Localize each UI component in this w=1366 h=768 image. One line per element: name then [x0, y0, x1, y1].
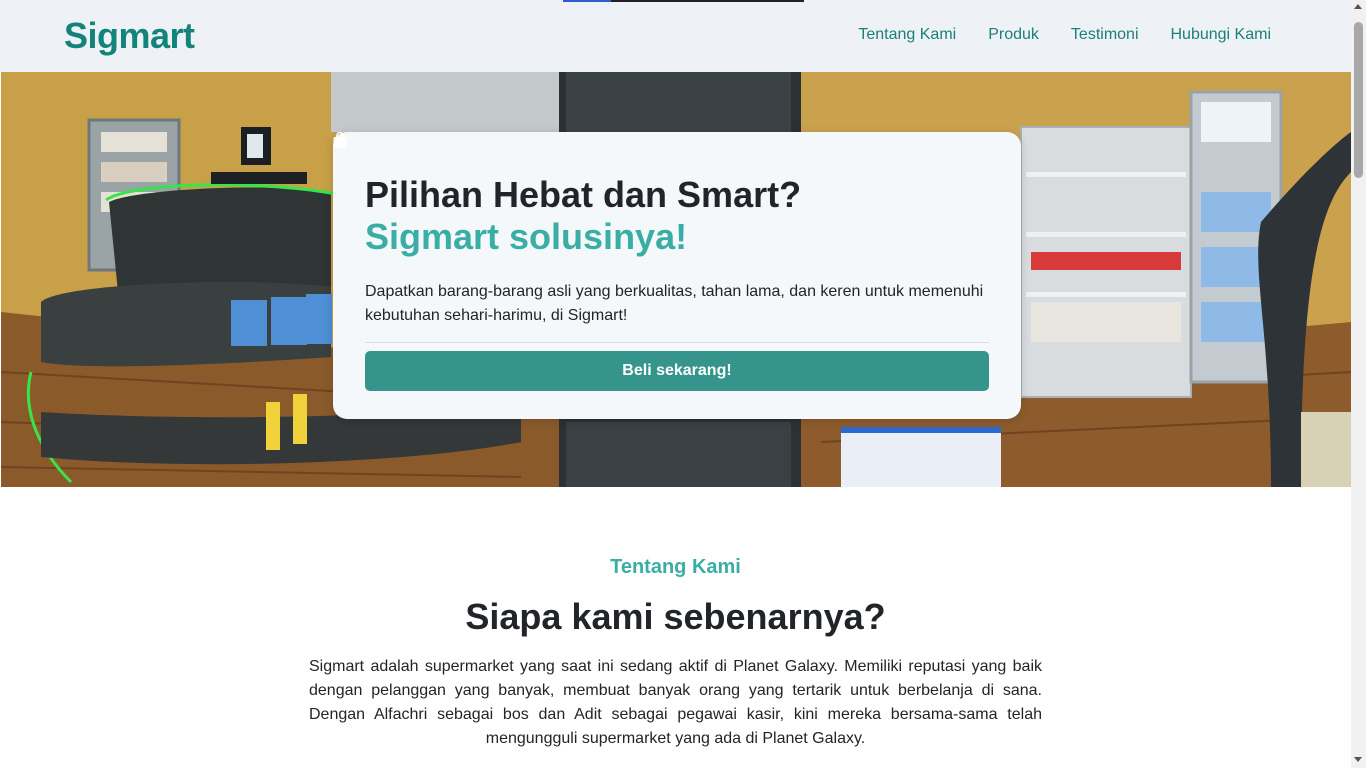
main-nav: Tentang Kami Produk Testimoni Hubungi Ka… [858, 26, 1271, 44]
about-kicker: Tentang Kami [610, 556, 741, 578]
hero-description: Dapatkan barang-barang asli yang berkual… [365, 283, 984, 325]
buy-now-button[interactable]: Beli sekarang! [333, 132, 989, 392]
scrollbar-thumb[interactable] [1354, 22, 1363, 178]
hero-card: Pilihan Hebat dan Smart? Sigmart solusin… [333, 132, 1021, 419]
scroll-down-arrow-icon[interactable] [1354, 757, 1362, 762]
brand-logo[interactable]: Sigmart [64, 15, 195, 57]
nav-link-hubungi-kami[interactable]: Hubungi Kami [1171, 26, 1272, 44]
nav-link-produk[interactable]: Produk [988, 26, 1039, 44]
hero-title: Pilihan Hebat dan Smart? [365, 174, 802, 215]
nav-link-testimoni[interactable]: Testimoni [1071, 26, 1139, 44]
page-load-progress [563, 0, 804, 2]
hero-divider [365, 342, 989, 344]
site-header: Sigmart Tentang Kami Produk Testimoni Hu… [0, 0, 1351, 72]
nav-link-tentang-kami[interactable]: Tentang Kami [858, 26, 956, 44]
about-title: Siapa kami sebenarnya? [465, 596, 886, 637]
hero-subtitle: Sigmart solusinya! [365, 216, 688, 258]
scroll-up-arrow-icon[interactable] [1354, 4, 1362, 9]
shopping-bag-icon [333, 132, 347, 148]
page-scrollbar[interactable] [1351, 0, 1366, 768]
hero-section: Pilihan Hebat dan Smart? Sigmart solusin… [1, 72, 1351, 487]
buy-now-label: Beli sekarang! [622, 362, 732, 380]
about-text: Sigmart adalah supermarket yang saat ini… [309, 658, 1042, 747]
